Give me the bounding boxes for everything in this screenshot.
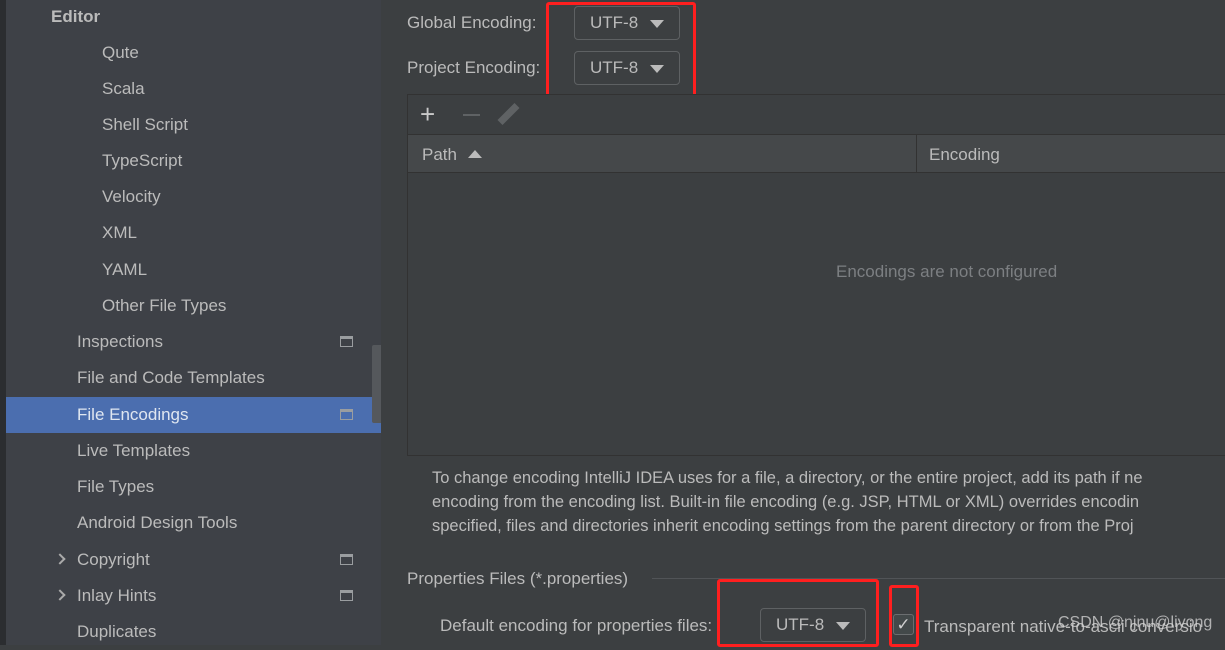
sidebar-item[interactable]: Other File Types <box>6 288 381 324</box>
sidebar-item[interactable]: File Types <box>6 469 381 505</box>
sidebar-item[interactable]: Shell Script <box>6 107 381 143</box>
help-line: To change encoding IntelliJ IDEA uses fo… <box>432 469 1143 487</box>
column-encoding[interactable]: Encoding <box>929 145 1000 165</box>
project-scope-icon <box>340 590 353 601</box>
sidebar-item-label: YAML <box>102 260 148 279</box>
empty-table-text: Encodings are not configured <box>836 262 1058 281</box>
sidebar-section-editor[interactable]: Editor <box>6 0 381 35</box>
highlight-box <box>889 585 919 647</box>
sidebar-item[interactable]: TypeScript <box>6 143 381 179</box>
default-encoding-label: Default encoding for properties files: <box>440 616 713 635</box>
sidebar-item[interactable]: Android Design Tools <box>6 505 381 541</box>
sidebar-item[interactable]: Scala <box>6 71 381 107</box>
chevron-right-icon[interactable] <box>54 589 66 601</box>
sidebar-item[interactable]: File and Code Templates <box>6 360 381 396</box>
highlight-box <box>546 2 696 98</box>
project-encoding-label: Project Encoding: <box>407 58 541 77</box>
chevron-right-icon[interactable] <box>54 553 66 565</box>
sidebar-item[interactable]: Copyright <box>6 542 381 578</box>
highlight-box <box>717 579 879 647</box>
sidebar-item-label: Shell Script <box>102 115 188 134</box>
help-line: encoding from the encoding list. Built-i… <box>432 493 1140 511</box>
project-scope-icon <box>340 336 353 347</box>
help-line: specified, files and directories inherit… <box>432 517 1134 535</box>
add-icon[interactable]: + <box>420 99 435 130</box>
sidebar-item-label: Inlay Hints <box>77 586 157 605</box>
table-toolbar: + <box>408 95 1225 135</box>
sidebar-item[interactable]: Velocity <box>6 179 381 215</box>
sidebar-item-label: Copyright <box>77 550 150 569</box>
sidebar-item-label: Other File Types <box>102 296 227 315</box>
sidebar-item[interactable]: Live Templates <box>6 433 381 469</box>
sidebar-item-label: File Encodings <box>77 405 189 424</box>
column-divider <box>916 135 917 173</box>
sidebar-item-label: Android Design Tools <box>77 513 238 532</box>
column-path[interactable]: Path <box>422 145 457 165</box>
sidebar-item[interactable]: XML <box>6 215 381 251</box>
sidebar-item-label: TypeScript <box>102 151 183 170</box>
sidebar-item[interactable]: File Encodings <box>6 397 381 433</box>
sidebar-item[interactable]: Qute <box>6 35 381 71</box>
sidebar-item-label: Velocity <box>102 187 161 206</box>
sidebar-item-label: File and Code Templates <box>77 368 265 387</box>
help-text: To change encoding IntelliJ IDEA uses fo… <box>432 466 1143 538</box>
table-header: Path Encoding <box>408 135 1225 173</box>
sort-ascending-icon <box>468 150 482 158</box>
encodings-table: + Path Encoding Encodings are not config… <box>407 94 1225 456</box>
remove-icon[interactable] <box>463 114 480 116</box>
sidebar-item-label: File Types <box>77 477 155 496</box>
sidebar-item-label: Live Templates <box>77 441 191 460</box>
sidebar-item-label: Inspections <box>77 332 163 351</box>
section-label: Editor <box>51 7 101 26</box>
settings-sidebar: Editor Qute Scala Shell Script TypeScript Ve… <box>6 0 384 645</box>
project-scope-icon <box>340 409 353 420</box>
sidebar-item[interactable]: Inspections <box>6 324 381 360</box>
watermark: CSDN @njnu@liyong <box>1058 614 1213 631</box>
sidebar-item[interactable]: YAML <box>6 252 381 288</box>
edit-icon[interactable] <box>497 103 520 125</box>
sidebar-item-label: XML <box>102 223 137 242</box>
sidebar-item[interactable]: Inlay Hints <box>6 578 381 614</box>
sidebar-item-label: Scala <box>102 79 145 98</box>
sidebar-item-label: Qute <box>102 43 139 62</box>
global-encoding-label: Global Encoding: <box>407 13 537 32</box>
project-scope-icon <box>340 554 353 565</box>
properties-section-title: Properties Files (*.properties) <box>407 569 629 588</box>
